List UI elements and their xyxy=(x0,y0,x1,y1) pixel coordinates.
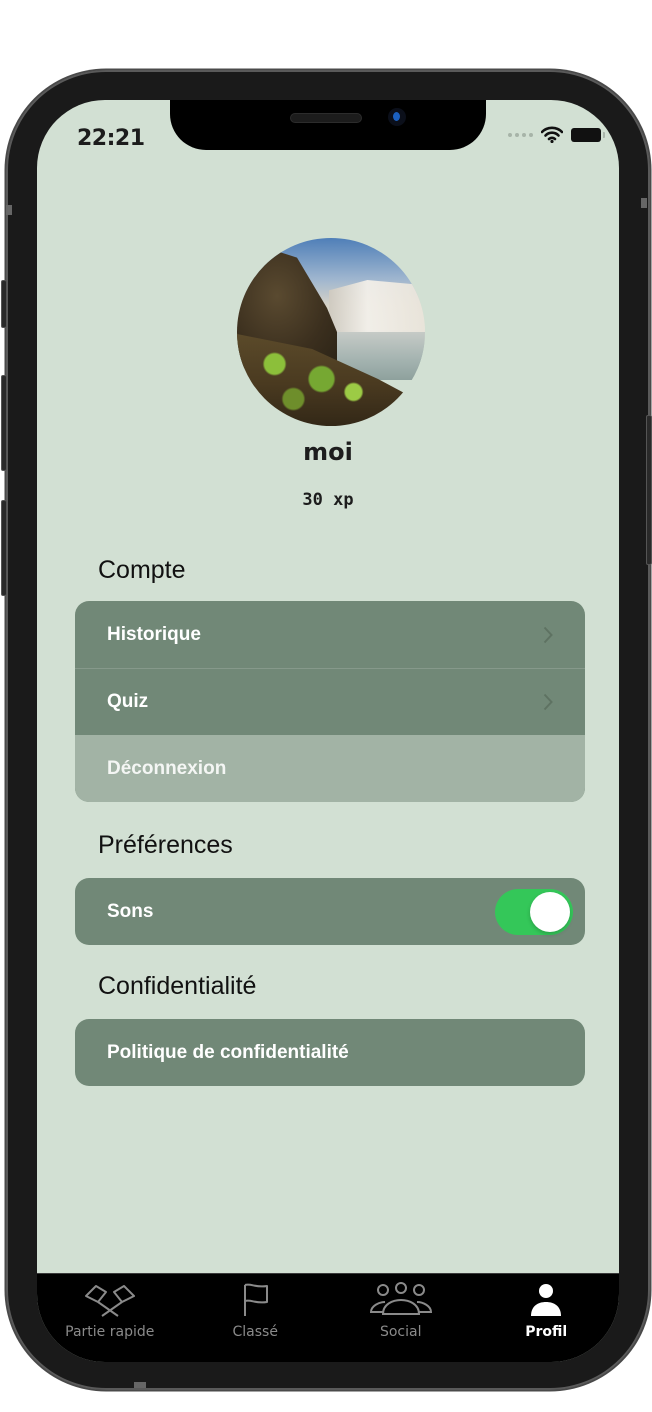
privacy-policy-row[interactable]: Politique de confidentialité xyxy=(75,1019,585,1086)
person-icon xyxy=(528,1282,564,1318)
status-time: 22:21 xyxy=(77,126,145,151)
tab-social[interactable]: Social xyxy=(328,1274,474,1362)
mute-switch xyxy=(1,280,7,328)
quiz-row[interactable]: Quiz xyxy=(75,668,585,735)
chevron-right-icon xyxy=(543,626,553,644)
power-button xyxy=(646,415,652,565)
antenna-band xyxy=(641,198,647,208)
tab-label: Social xyxy=(379,1324,422,1340)
row-label: Quiz xyxy=(107,691,149,712)
sounds-toggle[interactable] xyxy=(495,888,573,935)
volume-down-button xyxy=(1,500,7,596)
wifi-icon xyxy=(541,126,563,143)
tab-label: Partie rapide xyxy=(65,1324,155,1340)
row-label: Sons xyxy=(107,900,154,922)
tab-label: Profil xyxy=(525,1324,568,1340)
section-title-privacy: Confidentialité xyxy=(98,972,257,1000)
tab-quick-game[interactable]: Partie rapide xyxy=(37,1274,183,1362)
toggle-knob xyxy=(530,891,570,932)
section-title-preferences: Préférences xyxy=(98,831,233,859)
xp-counter: 30 xp xyxy=(302,490,354,510)
crossed-flags-icon xyxy=(82,1282,138,1318)
speaker-grille xyxy=(290,113,362,123)
tab-ranked[interactable]: Classé xyxy=(183,1274,329,1362)
status-icons xyxy=(508,126,605,143)
account-group: Historique Quiz Déconnexion xyxy=(75,601,585,802)
antenna-band xyxy=(6,205,12,215)
preferences-group: Sons xyxy=(75,878,585,945)
chevron-right-icon xyxy=(543,693,553,711)
antenna-band xyxy=(134,1382,146,1388)
volume-up-button xyxy=(1,375,7,471)
notch xyxy=(170,100,486,150)
flag-icon xyxy=(237,1282,273,1318)
sounds-row: Sons xyxy=(75,878,585,945)
privacy-group: Politique de confidentialité xyxy=(75,1019,585,1086)
tab-label: Classé xyxy=(232,1324,278,1340)
front-camera xyxy=(388,108,406,126)
people-group-icon xyxy=(369,1282,433,1318)
row-label: Politique de confidentialité xyxy=(107,1041,349,1063)
avatar[interactable] xyxy=(237,238,425,426)
row-label: Déconnexion xyxy=(107,757,227,779)
row-label: Historique xyxy=(107,623,201,645)
tab-bar: Partie rapide Classé Social Profil xyxy=(37,1273,619,1362)
tab-profile[interactable]: Profil xyxy=(474,1274,620,1362)
section-title-account: Compte xyxy=(98,556,186,584)
battery-icon xyxy=(571,127,605,142)
logout-row[interactable]: Déconnexion xyxy=(75,735,585,802)
signal-dots-icon xyxy=(508,132,533,137)
screen: 22:21 moi 30 xp Compte Historique Quiz D… xyxy=(37,100,619,1362)
history-row[interactable]: Historique xyxy=(75,601,585,668)
username: moi xyxy=(303,438,353,466)
